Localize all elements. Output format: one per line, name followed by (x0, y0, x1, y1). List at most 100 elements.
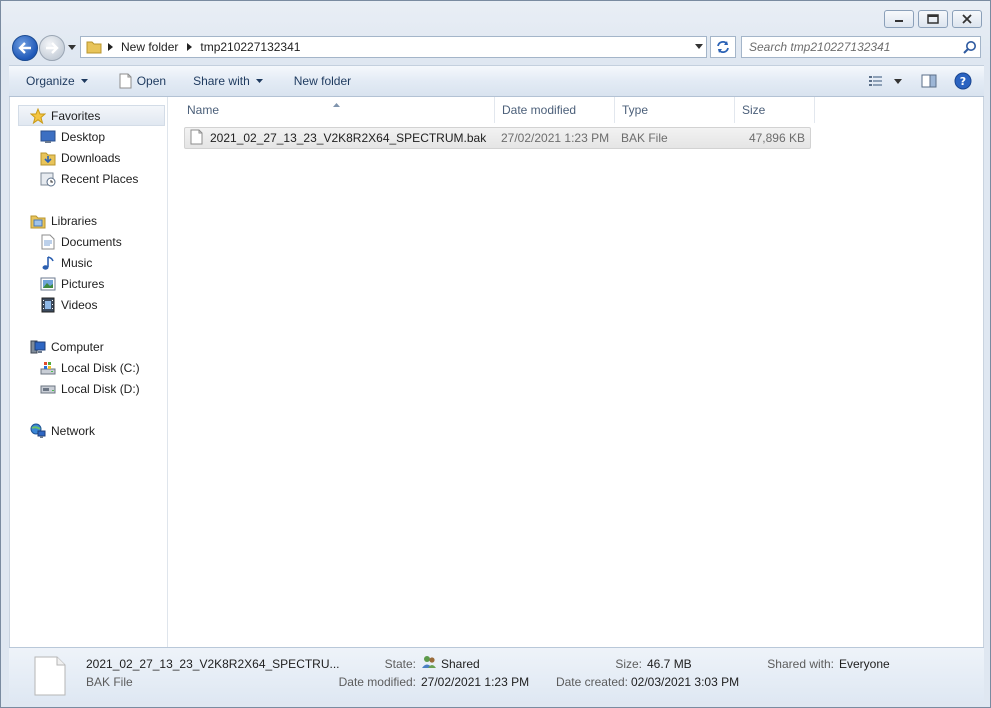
refresh-icon (717, 41, 729, 53)
column-header-label: Size (742, 103, 766, 117)
sidebar-item-label: Desktop (61, 129, 106, 144)
close-button[interactable] (952, 10, 982, 28)
sidebar-item-network[interactable]: Network (10, 420, 167, 441)
sidebar-item-videos[interactable]: Videos (10, 294, 167, 315)
share-with-label: Share with (193, 74, 250, 88)
content-area: Favorites Desktop Downloads Recent Place… (9, 97, 984, 647)
downloads-icon (39, 150, 57, 166)
column-header-name[interactable]: Name (169, 97, 495, 123)
search-icon[interactable] (960, 40, 980, 54)
restore-icon (927, 14, 939, 24)
sidebar-item-label: Videos (61, 297, 98, 312)
details-shared-with-label: Shared with: (767, 657, 834, 671)
network-icon (29, 423, 47, 439)
details-date-modified-label: Date modified: (338, 675, 416, 689)
search-box[interactable] (741, 36, 981, 58)
sidebar-item-label: Documents (61, 234, 122, 249)
sidebar-item-local-disk-c[interactable]: Local Disk (C:) (10, 357, 167, 378)
new-folder-label: New folder (293, 74, 352, 88)
sort-ascending-icon (333, 96, 340, 110)
sidebar-item-libraries[interactable]: Libraries (10, 210, 167, 231)
new-folder-button[interactable]: New folder (272, 66, 360, 96)
refresh-button[interactable] (710, 36, 736, 58)
column-header-date-modified[interactable]: Date modified (495, 97, 615, 123)
breadcrumb-arrow-icon[interactable] (182, 43, 196, 51)
file-type: BAK File (621, 131, 668, 145)
windows-drive-icon (39, 360, 57, 376)
breadcrumb-new-folder[interactable]: New folder (117, 40, 182, 54)
share-with-button[interactable]: Share with (175, 66, 272, 96)
libraries-icon (29, 213, 47, 229)
details-shared-with-value: Everyone (839, 657, 890, 671)
sidebar-item-label: Local Disk (C:) (61, 360, 140, 375)
organize-button[interactable]: Organize (9, 66, 97, 96)
column-headers: Name Date modified Type Size (169, 97, 983, 123)
libraries-group: Libraries Documents Music Pictures Video… (10, 210, 167, 315)
breadcrumb-arrow-icon[interactable] (103, 43, 117, 51)
pictures-icon (39, 276, 57, 292)
caption-buttons (884, 10, 982, 28)
minimize-button[interactable] (884, 10, 914, 28)
sidebar-item-label: Favorites (51, 108, 101, 123)
breadcrumb-current-folder[interactable]: tmp210227132341 (196, 40, 304, 54)
column-header-label: Type (622, 103, 649, 117)
chevron-down-icon (255, 79, 263, 83)
details-pane: 2021_02_27_13_23_V2K8R2X64_SPECTRU... BA… (9, 647, 984, 701)
chevron-down-icon (68, 45, 76, 50)
address-bar[interactable]: New folder tmp210227132341 (80, 36, 707, 58)
computer-icon (29, 339, 47, 355)
preview-pane-icon (921, 74, 937, 88)
sidebar-item-music[interactable]: Music (10, 252, 167, 273)
column-header-type[interactable]: Type (615, 97, 735, 123)
details-file-type: BAK File (86, 675, 133, 689)
sidebar-item-downloads[interactable]: Downloads (10, 147, 167, 168)
sidebar-item-recent-places[interactable]: Recent Places (10, 168, 167, 189)
sidebar-item-computer[interactable]: Computer (10, 336, 167, 357)
file-name: 2021_02_27_13_23_V2K8R2X64_SPECTRUM.bak (210, 131, 487, 145)
desktop-icon (39, 129, 57, 145)
preview-pane-button[interactable] (914, 66, 944, 96)
column-header-label: Date modified (502, 103, 577, 117)
file-date-modified: 27/02/2021 1:23 PM (501, 131, 610, 145)
view-options-dropdown[interactable] (888, 66, 908, 96)
forward-button[interactable] (39, 35, 65, 61)
recent-pages-dropdown[interactable] (67, 43, 77, 53)
search-input[interactable] (749, 38, 960, 56)
maximize-button[interactable] (918, 10, 948, 28)
details-file-name: 2021_02_27_13_23_V2K8R2X64_SPECTRU... (86, 657, 340, 671)
details-date-modified-value: 27/02/2021 1:23 PM (421, 675, 530, 689)
address-dropdown[interactable] (692, 37, 706, 57)
details-date-created-label: Date created: (555, 675, 628, 689)
column-header-size[interactable]: Size (735, 97, 815, 123)
sidebar-item-pictures[interactable]: Pictures (10, 273, 167, 294)
documents-icon (39, 234, 57, 250)
music-icon (39, 255, 57, 271)
sidebar-item-label: Music (61, 255, 93, 270)
close-icon (962, 14, 972, 24)
details-state-label: State: (384, 657, 416, 671)
chevron-down-icon (695, 44, 703, 49)
sidebar-item-label: Downloads (61, 150, 121, 165)
computer-group: Computer Local Disk (C:) Local Disk (D:) (10, 336, 167, 399)
help-button[interactable]: ? (948, 66, 978, 96)
change-view-button[interactable] (864, 66, 888, 96)
sidebar-item-favorites[interactable]: Favorites (18, 105, 165, 126)
details-date-created-value: 02/03/2021 3:03 PM (631, 675, 740, 689)
help-icon: ? (954, 72, 972, 90)
open-button[interactable]: Open (97, 66, 175, 96)
sidebar-item-label: Libraries (51, 213, 98, 228)
open-label: Open (136, 74, 167, 88)
file-row[interactable]: 2021_02_27_13_23_V2K8R2X64_SPECTRUM.bak … (184, 127, 811, 149)
svg-text:?: ? (960, 75, 966, 88)
folder-icon (85, 38, 103, 56)
file-icon (119, 73, 132, 89)
network-group: Network (10, 420, 167, 441)
command-bar: Organize Open Share with New folder ? (9, 65, 984, 97)
file-size: 47,896 KB (748, 131, 805, 145)
sidebar-item-desktop[interactable]: Desktop (10, 126, 167, 147)
sidebar-item-label: Pictures (61, 276, 105, 291)
sidebar-item-local-disk-d[interactable]: Local Disk (D:) (10, 378, 167, 399)
sidebar-item-documents[interactable]: Documents (10, 231, 167, 252)
back-button[interactable] (12, 35, 38, 61)
arrow-right-icon (46, 42, 59, 54)
